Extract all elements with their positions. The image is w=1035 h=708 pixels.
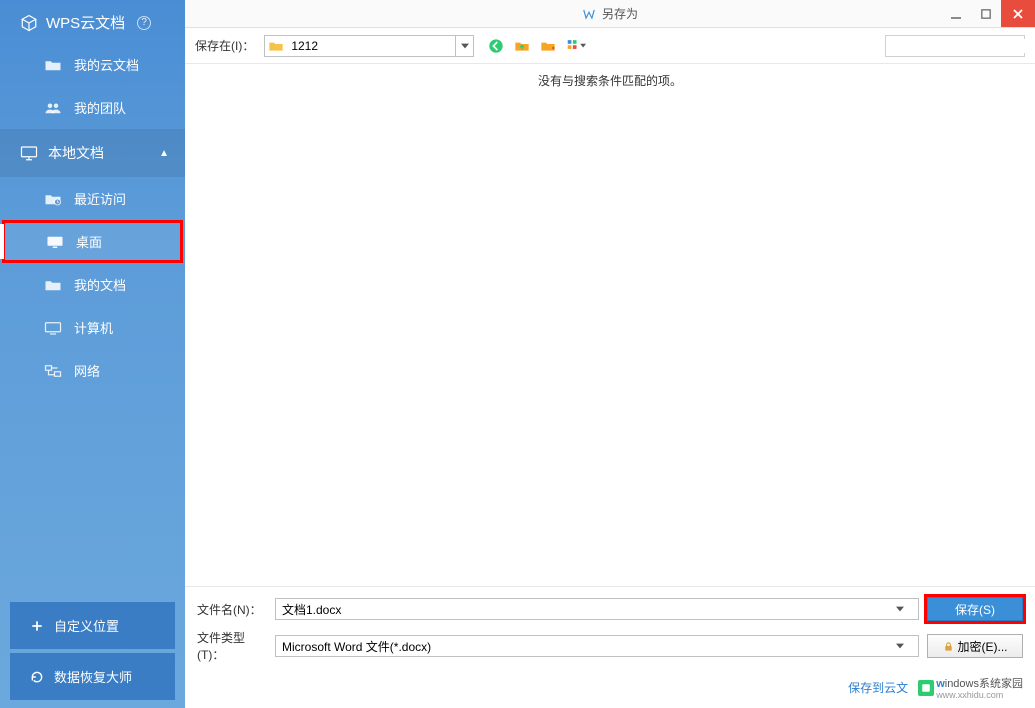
filename-input[interactable]: 文档1.docx xyxy=(275,598,919,620)
watermark: windows系统家园 www.xxhidu.com xyxy=(918,675,1023,700)
plus-icon xyxy=(30,619,44,633)
app-w-icon xyxy=(582,7,596,21)
filetype-row: 文件类型(T)： Microsoft Word 文件(*.docx) 加密(E)… xyxy=(197,629,1023,663)
footer: 文件名(N)： 文档1.docx 保存(S) 文件类型(T)： xyxy=(185,586,1035,708)
button-label: 数据恢复大师 xyxy=(54,667,132,686)
filename-label: 文件名(N)： xyxy=(197,601,267,618)
footer-links: 保存到云文 windows系统家园 www.xxhidu.com xyxy=(197,671,1023,700)
lock-icon xyxy=(943,641,954,652)
data-recover-button[interactable]: 数据恢复大师 xyxy=(10,653,175,700)
filename-row: 文件名(N)： 文档1.docx 保存(S) xyxy=(197,597,1023,621)
brand-text: WPS云文档 xyxy=(46,12,125,33)
back-button[interactable] xyxy=(486,36,506,56)
search-input[interactable] xyxy=(886,39,1035,53)
network-icon xyxy=(44,363,62,379)
encrypt-button[interactable]: 加密(E)... xyxy=(927,634,1023,658)
filetype-select[interactable]: Microsoft Word 文件(*.docx) xyxy=(275,635,919,657)
close-button[interactable] xyxy=(1001,0,1035,27)
chevron-down-icon[interactable] xyxy=(896,643,912,649)
sidebar-item-label: 计算机 xyxy=(74,318,113,337)
save-to-cloud-link[interactable]: 保存到云文 xyxy=(848,679,908,696)
sidebar-item-label: 最近访问 xyxy=(74,189,126,208)
filetype-value: Microsoft Word 文件(*.docx) xyxy=(282,638,431,655)
custom-location-button[interactable]: 自定义位置 xyxy=(10,602,175,649)
filetype-label: 文件类型(T)： xyxy=(197,629,267,663)
watermark-icon xyxy=(918,680,934,696)
sidebar-brand: WPS云文档 ? xyxy=(0,0,185,43)
sidebar-item-my-documents[interactable]: 我的文档 xyxy=(0,263,185,306)
toolbar-icons xyxy=(486,36,592,56)
empty-message: 没有与搜索条件匹配的项。 xyxy=(538,72,682,89)
sidebar: WPS云文档 ? 我的云文档 我的团队 本地文档 ▲ xyxy=(0,0,185,708)
folder-icon xyxy=(265,39,287,53)
sidebar-item-label: 我的文档 xyxy=(74,275,126,294)
button-label: 自定义位置 xyxy=(54,616,119,635)
view-options-button[interactable] xyxy=(564,36,592,56)
sidebar-item-label: 桌面 xyxy=(76,232,102,251)
watermark-text: windows系统家园 www.xxhidu.com xyxy=(936,675,1023,700)
cube-icon xyxy=(20,15,38,31)
chevron-down-icon[interactable] xyxy=(896,606,912,612)
content-area: 没有与搜索条件匹配的项。 xyxy=(185,64,1035,586)
computer-icon xyxy=(44,320,62,336)
desktop-icon xyxy=(46,234,64,250)
save-button[interactable]: 保存(S) xyxy=(927,597,1023,621)
section-label: 本地文档 xyxy=(48,143,104,163)
toolbar: 保存在(I)： 1212 xyxy=(185,28,1035,64)
sidebar-item-desktop[interactable]: 桌面 xyxy=(2,220,183,263)
titlebar: 另存为 xyxy=(185,0,1035,28)
sidebar-section-local[interactable]: 本地文档 ▲ xyxy=(0,129,185,177)
sidebar-item-computer[interactable]: 计算机 xyxy=(0,306,185,349)
folder-icon xyxy=(44,277,62,293)
button-label: 保存(S) xyxy=(955,601,995,618)
sidebar-item-label: 我的团队 xyxy=(74,98,126,117)
window-title: 另存为 xyxy=(582,5,638,22)
button-label: 加密(E)... xyxy=(958,638,1008,655)
recover-icon xyxy=(30,670,44,684)
folder-select[interactable]: 1212 xyxy=(264,35,474,57)
filename-value: 文档1.docx xyxy=(282,601,341,618)
new-folder-button[interactable] xyxy=(538,36,558,56)
team-icon xyxy=(44,100,62,116)
up-folder-button[interactable] xyxy=(512,36,532,56)
window-controls xyxy=(941,0,1035,27)
sidebar-item-network[interactable]: 网络 xyxy=(0,349,185,392)
sidebar-item-recent[interactable]: 最近访问 xyxy=(0,177,185,220)
title-text: 另存为 xyxy=(602,5,638,22)
monitor-icon xyxy=(20,145,38,161)
minimize-button[interactable] xyxy=(941,0,971,27)
sidebar-item-my-team[interactable]: 我的团队 xyxy=(0,86,185,129)
app-root: WPS云文档 ? 我的云文档 我的团队 本地文档 ▲ xyxy=(0,0,1035,708)
recent-folder-icon xyxy=(44,191,62,207)
maximize-button[interactable] xyxy=(971,0,1001,27)
main: 另存为 保存在(I)： 1212 xyxy=(185,0,1035,708)
sidebar-item-label: 我的云文档 xyxy=(74,55,139,74)
sidebar-item-my-cloud-docs[interactable]: 我的云文档 xyxy=(0,43,185,86)
search-box xyxy=(885,35,1025,57)
cloud-folder-icon xyxy=(44,57,62,73)
folder-name: 1212 xyxy=(287,39,455,53)
sidebar-item-label: 网络 xyxy=(74,361,100,380)
help-icon[interactable]: ? xyxy=(137,16,151,30)
chevron-up-icon: ▲ xyxy=(159,148,169,159)
chevron-down-icon[interactable] xyxy=(455,36,473,56)
save-in-label: 保存在(I)： xyxy=(195,37,254,54)
sidebar-bottom: 自定义位置 数据恢复大师 xyxy=(0,598,185,708)
